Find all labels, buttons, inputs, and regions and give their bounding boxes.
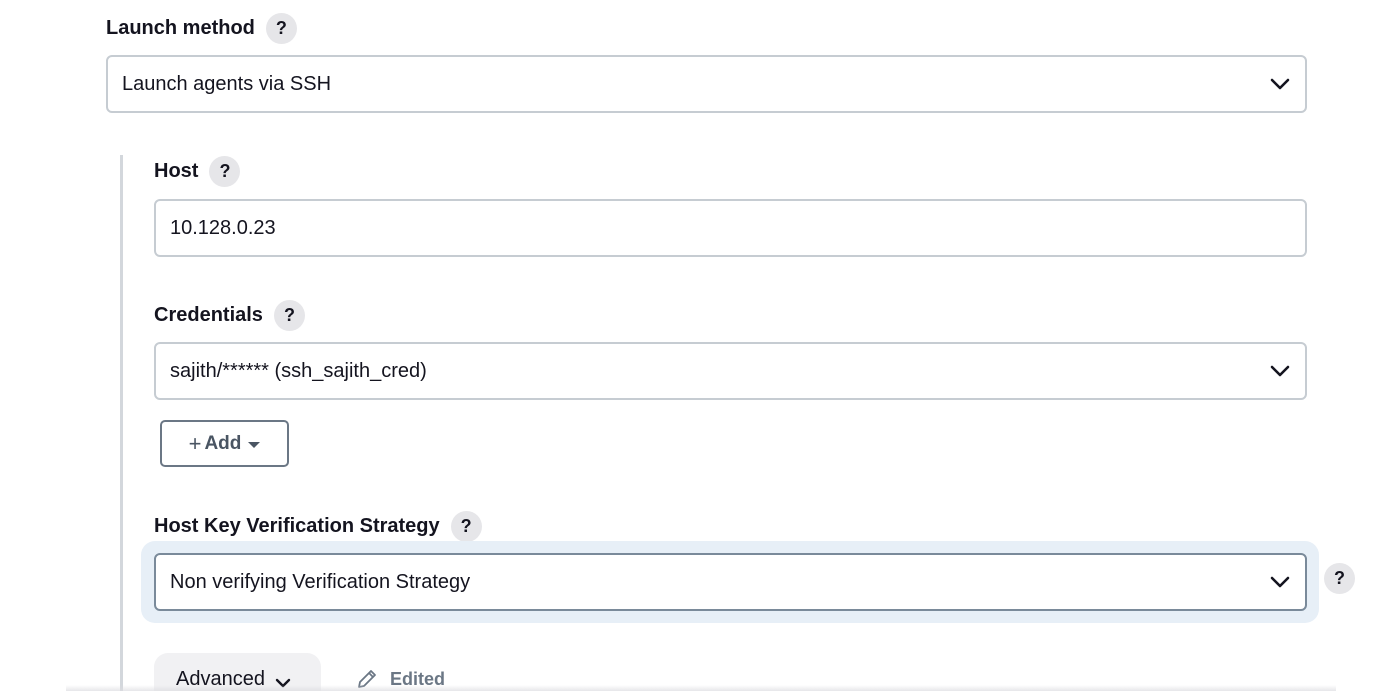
plus-icon: + [188, 430, 202, 456]
host-label-row: Host ? [154, 154, 241, 188]
host-key-verification-select[interactable]: Non verifying Verification Strategy [154, 553, 1307, 611]
verification-strategy-help-button[interactable]: ? [1324, 563, 1355, 594]
chevron-down-icon [1269, 360, 1291, 382]
host-key-verification-selected-value: Non verifying Verification Strategy [170, 570, 471, 593]
host-help-button[interactable]: ? [209, 155, 241, 187]
credentials-label-row: Credentials ? [154, 298, 305, 332]
launch-method-selected-value: Launch agents via SSH [122, 72, 332, 95]
launch-method-select[interactable]: Launch agents via SSH [106, 55, 1307, 113]
host-key-verification-label: Host Key Verification Strategy [154, 514, 440, 537]
host-key-verification-label-row: Host Key Verification Strategy ? [154, 509, 482, 543]
credentials-select[interactable]: sajith/****** (ssh_sajith_cred) [154, 342, 1307, 400]
add-credentials-button[interactable]: + Add [160, 420, 289, 467]
chevron-down-icon [1269, 571, 1291, 593]
launch-method-label-row: Launch method ? [106, 11, 297, 45]
host-label: Host [154, 159, 199, 182]
launch-method-label: Launch method [106, 16, 255, 39]
ssh-agent-config-form: Launch method ? Launch agents via SSH Ho… [0, 0, 1378, 691]
nested-section-indent-bar [120, 155, 123, 691]
chevron-down-icon [1269, 73, 1291, 95]
launch-method-help-button[interactable]: ? [265, 12, 297, 44]
credentials-label: Credentials [154, 303, 263, 326]
add-credentials-label: Add [204, 432, 242, 454]
host-input-value: 10.128.0.23 [170, 216, 276, 239]
caret-down-icon [248, 441, 261, 448]
host-input[interactable]: 10.128.0.23 [154, 199, 1307, 257]
credentials-help-button[interactable]: ? [273, 299, 305, 331]
credentials-selected-value: sajith/****** (ssh_sajith_cred) [170, 359, 427, 382]
host-key-verification-help-button[interactable]: ? [450, 510, 482, 542]
bottom-bar-shadow [66, 685, 1336, 691]
